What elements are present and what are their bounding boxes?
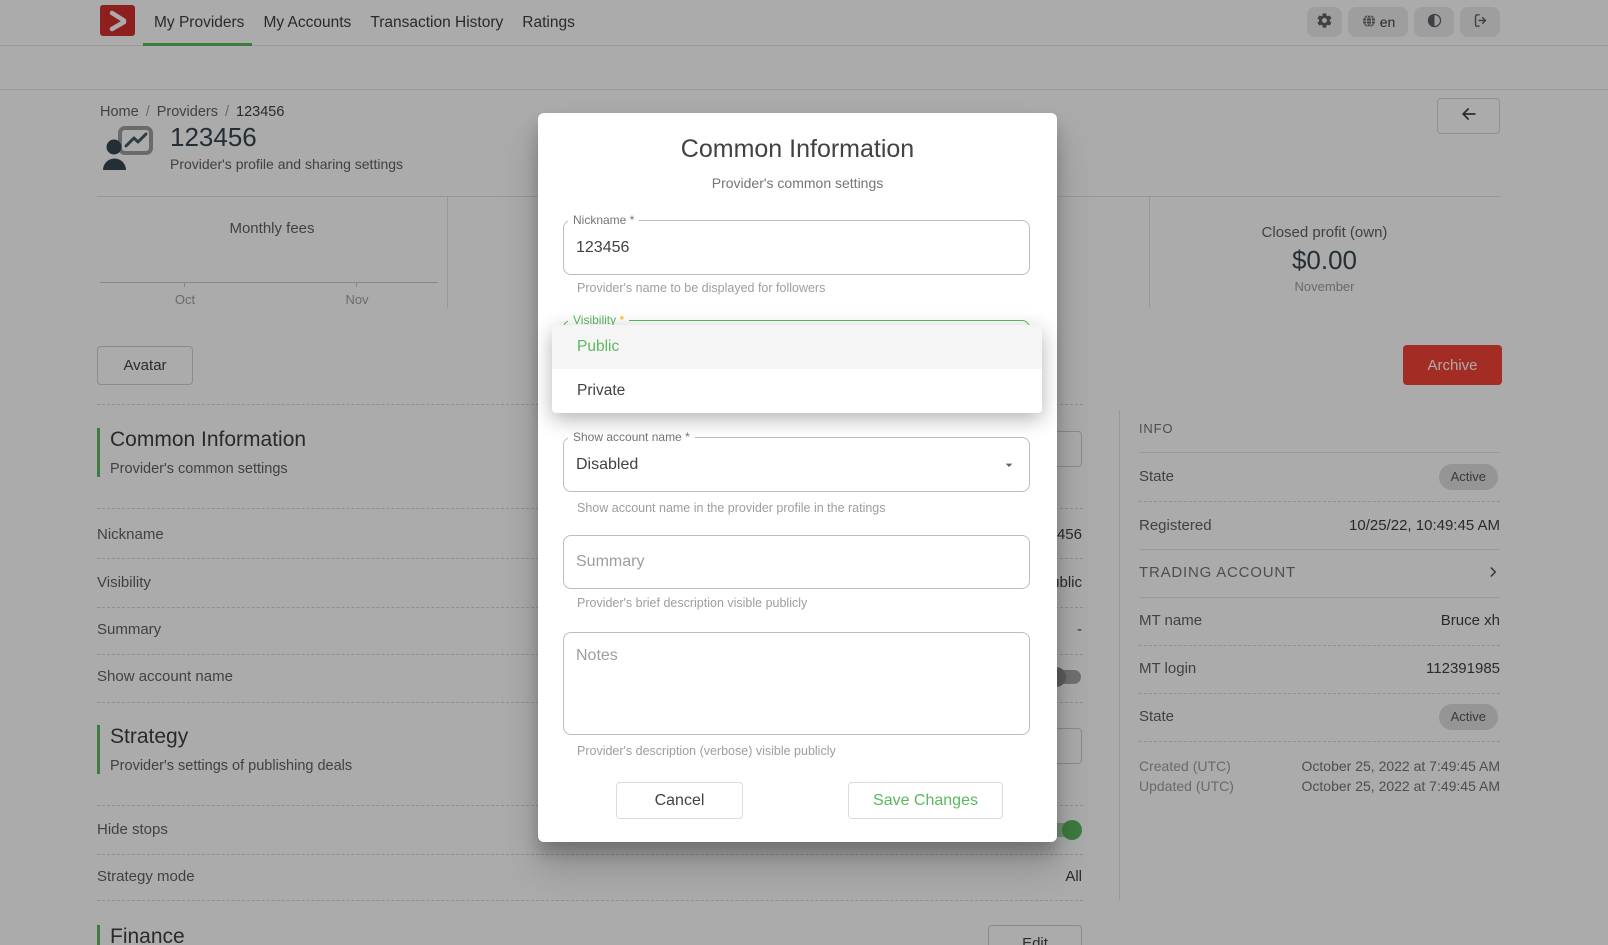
caret-down-icon (1001, 457, 1017, 478)
modal-subtitle: Provider's common settings (538, 175, 1057, 191)
notes-textarea[interactable] (564, 633, 1029, 734)
show-account-name-field-label: Show account name * (568, 430, 695, 444)
modal-title: Common Information (538, 135, 1057, 164)
notes-helper: Provider's description (verbose) visible… (577, 744, 836, 758)
nickname-field (563, 220, 1030, 275)
nickname-input[interactable] (564, 221, 1029, 274)
common-information-modal: Common Information Provider's common set… (538, 113, 1057, 842)
summary-input[interactable] (564, 536, 1029, 588)
select-value: Disabled (576, 438, 638, 491)
cancel-button[interactable]: Cancel (616, 782, 743, 819)
provider-profile-page: My Providers My Accounts Transaction His… (0, 0, 1608, 945)
show-account-name-helper: Show account name in the provider profil… (577, 501, 886, 515)
dropdown-option-private[interactable]: Private (552, 369, 1042, 413)
nickname-helper: Provider's name to be displayed for foll… (577, 281, 825, 295)
save-changes-button[interactable]: Save Changes (848, 782, 1003, 819)
nickname-field-label: Nickname * (568, 213, 639, 227)
visibility-dropdown-menu: Public Private (552, 325, 1042, 413)
summary-field (563, 535, 1030, 589)
summary-helper: Provider's brief description visible pub… (577, 596, 807, 610)
dropdown-option-public[interactable]: Public (552, 325, 1042, 369)
notes-field (563, 632, 1030, 735)
show-account-name-select[interactable]: Disabled (563, 437, 1030, 492)
